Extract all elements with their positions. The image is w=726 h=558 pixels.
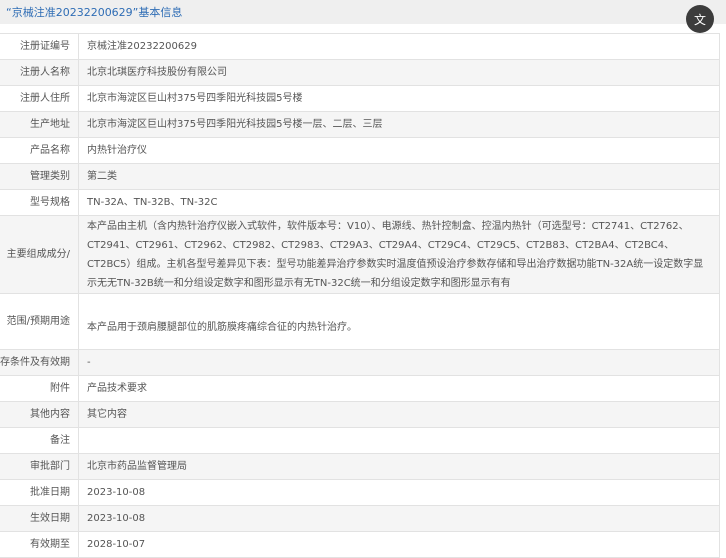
row-value: 本产品由主机（含内热针治疗仪嵌入式软件，软件版本号：V10）、电源线、热针控制盒… — [78, 215, 720, 294]
translate-icon[interactable]: 文 — [686, 5, 714, 33]
row-label: 附件 — [0, 375, 79, 402]
table-row: 产品名称 内热针治疗仪 — [0, 137, 720, 164]
table-row: 存条件及有效期 - — [0, 349, 720, 376]
table-row: 注册人住所 北京市海淀区巨山村375号四季阳光科技园5号楼 — [0, 85, 720, 112]
row-value: - — [78, 349, 720, 376]
row-value: 本产品用于颈肩腰腿部位的肌筋膜疼痛综合征的内热针治疗。 — [78, 293, 720, 350]
table-row: 生产地址 北京市海淀区巨山村375号四季阳光科技园5号楼一层、二层、三层 — [0, 111, 720, 138]
row-label: 审批部门 — [0, 453, 79, 480]
table-row: 附件 产品技术要求 — [0, 375, 720, 402]
row-label: 生产地址 — [0, 111, 79, 138]
row-value — [78, 427, 720, 454]
row-label: 注册证编号 — [0, 33, 79, 60]
row-value: TN-32A、TN-32B、TN-32C — [78, 189, 720, 216]
row-label: 范围/预期用途 — [0, 293, 79, 350]
row-value: 第二类 — [78, 163, 720, 190]
row-value: 内热针治疗仪 — [78, 137, 720, 164]
row-value: 京械注准20232200629 — [78, 33, 720, 60]
row-label: 存条件及有效期 — [0, 349, 79, 376]
row-label: 注册人住所 — [0, 85, 79, 112]
row-value: 2023-10-08 — [78, 479, 720, 506]
table-row: 备注 — [0, 427, 720, 454]
table-row: /主要组成成分 本产品由主机（含内热针治疗仪嵌入式软件，软件版本号：V10）、电源… — [0, 215, 720, 294]
row-value: 2028-10-07 — [78, 531, 720, 558]
info-table: 注册证编号 京械注准20232200629 注册人名称 北京北琪医疗科技股份有限公司注… — [0, 33, 720, 558]
table-row: 审批部门 北京市药品监督管理局 — [0, 453, 720, 480]
row-value: 北京市海淀区巨山村375号四季阳光科技园5号楼一层、二层、三层 — [78, 111, 720, 138]
row-value: 北京北琪医疗科技股份有限公司 — [78, 59, 720, 86]
row-value: 其它内容 — [78, 401, 720, 428]
row-value: 北京市药品监督管理局 — [78, 453, 720, 480]
page-title: “京械注准20232200629”基本信息 — [6, 6, 183, 19]
table-row: 注册人名称 北京北琪医疗科技股份有限公司 — [0, 59, 720, 86]
table-row: 注册证编号 京械注准20232200629 — [0, 33, 720, 60]
row-label: 批准日期 — [0, 479, 79, 506]
table-row: 有效期至 2028-10-07 — [0, 531, 720, 558]
table-row: 批准日期 2023-10-08 — [0, 479, 720, 506]
row-label: 注册人名称 — [0, 59, 79, 86]
row-label: /主要组成成分 — [0, 215, 79, 294]
row-label: 备注 — [0, 427, 79, 454]
row-label: 其他内容 — [0, 401, 79, 428]
row-label: 管理类别 — [0, 163, 79, 190]
row-label: 产品名称 — [0, 137, 79, 164]
row-value: 北京市海淀区巨山村375号四季阳光科技园5号楼 — [78, 85, 720, 112]
table-row: 型号规格 TN-32A、TN-32B、TN-32C — [0, 189, 720, 216]
table-row: 其他内容 其它内容 — [0, 401, 720, 428]
row-label: 有效期至 — [0, 531, 79, 558]
row-label: 型号规格 — [0, 189, 79, 216]
row-label: 生效日期 — [0, 505, 79, 532]
title-bar: “京械注准20232200629”基本信息 — [0, 0, 726, 24]
table-row: 生效日期 2023-10-08 — [0, 505, 720, 532]
row-value: 产品技术要求 — [78, 375, 720, 402]
table-row: 管理类别 第二类 — [0, 163, 720, 190]
table-row: 范围/预期用途 本产品用于颈肩腰腿部位的肌筋膜疼痛综合征的内热针治疗。 — [0, 293, 720, 350]
row-value: 2023-10-08 — [78, 505, 720, 532]
